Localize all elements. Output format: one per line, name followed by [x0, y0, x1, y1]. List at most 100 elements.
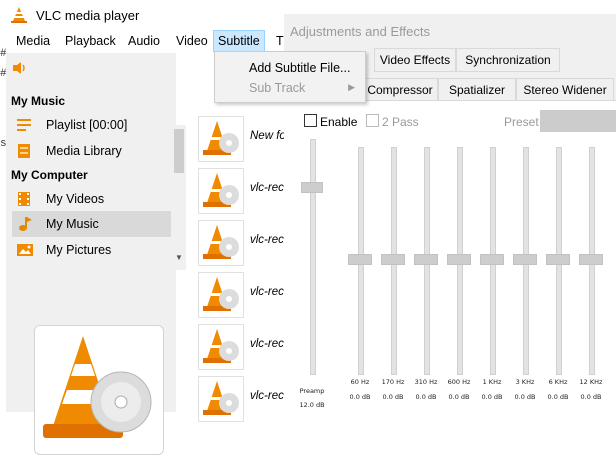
- vlc-cone-icon: [11, 7, 27, 23]
- equalizer-panel: Enable 2 Pass Preset Preamp 12.0 dB 60 H…: [284, 100, 616, 413]
- sidebar-item-label: Playlist [00:00]: [46, 118, 128, 132]
- two-pass-checkbox[interactable]: [366, 114, 379, 127]
- vlc-cone-icon: [203, 381, 239, 415]
- playlist-item-title: New fo: [250, 130, 286, 142]
- sidebar-item-label: My Music: [46, 217, 99, 231]
- menu-bar: Media Playback Audio Video Subtitle T: [6, 30, 286, 53]
- sidebar-item-playlist[interactable]: Playlist [00:00]: [12, 112, 171, 138]
- preamp-value: 12.0 dB: [299, 401, 325, 409]
- media-thumbnail: [198, 272, 244, 318]
- band-frequency: 170 Hz: [381, 378, 405, 386]
- preamp-label: Preamp: [299, 387, 325, 395]
- media-library-icon: [18, 144, 30, 158]
- media-thumbnail: [198, 168, 244, 214]
- preamp-slider-track[interactable]: [310, 139, 316, 375]
- band-slider-handle[interactable]: [513, 254, 537, 265]
- band-slider-handle[interactable]: [348, 254, 372, 265]
- band-frequency: 1 KHz: [482, 378, 502, 386]
- menu-item-sub-track[interactable]: Sub Track: [249, 81, 305, 95]
- band-value: 0.0 dB: [382, 393, 404, 401]
- sidebar-item-label: Media Library: [46, 144, 122, 158]
- title-bar: VLC media player: [6, 0, 286, 30]
- media-thumbnail: [198, 376, 244, 422]
- playlist-row[interactable]: vlc-rec: [194, 320, 286, 372]
- menu-playback[interactable]: Playback: [61, 30, 120, 52]
- band-slider-handle[interactable]: [480, 254, 504, 265]
- menu-item-add-subtitle-file[interactable]: Add Subtitle File...: [249, 61, 350, 75]
- sidebar-item-my-pictures[interactable]: My Pictures: [12, 237, 171, 263]
- band-frequency: 310 Hz: [414, 378, 438, 386]
- playlist-item-title: vlc-rec: [250, 338, 284, 350]
- vlc-cone-art-icon: [43, 336, 152, 438]
- tab-video-effects[interactable]: Video Effects: [374, 48, 456, 72]
- playlist-row[interactable]: vlc-rec: [194, 372, 286, 424]
- tab-synchronization[interactable]: Synchronization: [456, 48, 560, 72]
- band-slider-handle[interactable]: [579, 254, 603, 265]
- enable-label: Enable: [320, 115, 358, 129]
- sidebar: My Music Playlist [00:00] Media Library …: [6, 53, 186, 455]
- tab-compressor[interactable]: Compressor: [362, 78, 438, 102]
- subtitle-dropdown-menu: Add Subtitle File... Sub Track ▶: [214, 51, 366, 103]
- tab-spatializer[interactable]: Spatializer: [438, 78, 516, 102]
- section-my-music: My Music: [11, 94, 66, 108]
- film-icon: [18, 192, 30, 206]
- band-value: 0.0 dB: [448, 393, 470, 401]
- playlist-item-title: vlc-rec: [250, 234, 284, 246]
- playlist-item-title: vlc-rec: [250, 286, 284, 298]
- scroll-down-arrow-icon[interactable]: ▼: [175, 253, 183, 262]
- preset-dropdown[interactable]: [540, 110, 616, 132]
- menu-video[interactable]: Video: [172, 30, 212, 52]
- playlist-view: New fo vlc-rec vlc-rec vlc-rec vlc-rec v…: [194, 108, 286, 422]
- band-slider-handle[interactable]: [447, 254, 471, 265]
- menu-audio[interactable]: Audio: [124, 30, 164, 52]
- playlist-item-title: vlc-rec: [250, 182, 284, 194]
- sidebar-item-media-library[interactable]: Media Library: [12, 138, 171, 164]
- band-frequency: 600 Hz: [447, 378, 471, 386]
- band-value: 0.0 dB: [415, 393, 437, 401]
- sidebar-item-my-videos[interactable]: My Videos: [12, 186, 171, 212]
- band-frequency: 3 KHz: [515, 378, 535, 386]
- band-value: 0.0 dB: [481, 393, 503, 401]
- window-title: VLC media player: [36, 8, 140, 23]
- menu-media[interactable]: Media: [12, 30, 54, 52]
- speaker-icon[interactable]: [12, 61, 28, 75]
- sidebar-item-label: My Videos: [46, 192, 105, 206]
- playlist-row[interactable]: vlc-rec: [194, 268, 286, 320]
- band-frequency: 6 KHz: [548, 378, 568, 386]
- sidebar-scrollbar-thumb[interactable]: [174, 129, 184, 173]
- sidebar-item-my-music[interactable]: My Music: [12, 211, 171, 237]
- band-slider-handle[interactable]: [546, 254, 570, 265]
- section-my-computer: My Computer: [11, 168, 88, 182]
- music-note-icon: [19, 217, 32, 231]
- media-thumbnail: [198, 116, 244, 162]
- band-slider-handle[interactable]: [381, 254, 405, 265]
- playlist-row[interactable]: vlc-rec: [194, 164, 286, 216]
- media-thumbnail: [198, 220, 244, 266]
- vlc-cone-icon: [203, 329, 239, 363]
- playlist-row[interactable]: New fo: [194, 112, 286, 164]
- sidebar-item-label: My Pictures: [46, 243, 112, 257]
- band-frequency: 12 KHz: [579, 378, 603, 386]
- band-value: 0.0 dB: [514, 393, 536, 401]
- playlist-item-title: vlc-rec: [250, 390, 284, 402]
- preset-label: Preset: [504, 115, 539, 129]
- album-art: [34, 325, 164, 455]
- band-value: 0.0 dB: [547, 393, 569, 401]
- preamp-slider-handle[interactable]: [301, 182, 323, 193]
- media-thumbnail: [198, 324, 244, 370]
- band-slider-handle[interactable]: [414, 254, 438, 265]
- tab-stereo-widener[interactable]: Stereo Widener: [516, 78, 614, 102]
- picture-icon: [17, 244, 33, 256]
- two-pass-label: 2 Pass: [382, 115, 419, 129]
- vlc-cone-icon: [203, 277, 239, 311]
- vlc-cone-icon: [203, 121, 239, 155]
- submenu-arrow-icon: ▶: [348, 82, 355, 92]
- adjustments-title: Adjustments and Effects: [290, 24, 430, 39]
- vlc-cone-icon: [203, 173, 239, 207]
- menu-subtitle[interactable]: Subtitle: [213, 30, 265, 52]
- band-frequency: 60 Hz: [350, 378, 370, 386]
- enable-checkbox[interactable]: [304, 114, 317, 127]
- playlist-row[interactable]: vlc-rec: [194, 216, 286, 268]
- playlist-icon: [17, 119, 31, 131]
- band-value: 0.0 dB: [349, 393, 371, 401]
